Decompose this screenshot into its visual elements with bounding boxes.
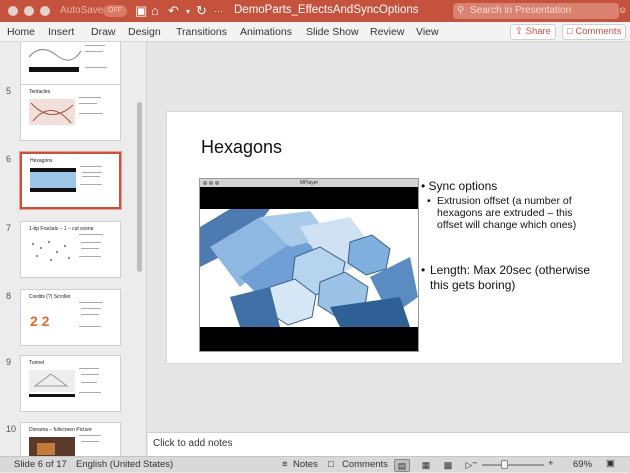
zoom-in-icon[interactable]: +: [548, 458, 554, 469]
search-box[interactable]: ⚲ Search in Presentation: [453, 3, 619, 19]
player-screenshot[interactable]: MPlayer: [199, 178, 419, 352]
slide-position: Slide 6 of 17: [14, 459, 67, 470]
comments-toggle[interactable]: Comments: [342, 459, 388, 470]
comments-label: Comments: [575, 26, 622, 37]
language-label[interactable]: English (United States): [76, 459, 173, 470]
thumbnail-scrollbar[interactable]: [137, 102, 142, 272]
sub-bullet-extrusion-offset[interactable]: • Extrusion offset (a number of hexagons …: [427, 195, 587, 231]
account-icon[interactable]: ☺: [618, 5, 627, 15]
slide-title[interactable]: Hexagons: [201, 137, 282, 158]
svg-text:2 2: 2 2: [30, 313, 50, 329]
redo-icon[interactable]: ↻: [196, 3, 207, 19]
notes-toggle[interactable]: Notes: [293, 459, 318, 470]
tab-view[interactable]: View: [416, 26, 439, 38]
thumbnail-graphic: [29, 368, 101, 397]
player-title-bar: MPlayer: [200, 179, 418, 187]
thumbnail-graphic: [30, 166, 102, 192]
slide-sorter-button[interactable]: ▦: [418, 459, 434, 472]
tab-transitions[interactable]: Transitions: [176, 26, 227, 38]
thumbnail-graphic: [32, 234, 103, 261]
share-button[interactable]: ⇧ Share: [510, 24, 556, 40]
tab-home[interactable]: Home: [7, 26, 35, 38]
notes-icon[interactable]: ≡: [282, 459, 288, 470]
slide-thumbnail-6[interactable]: Hexagons: [19, 151, 122, 210]
slide-number: 5: [6, 86, 12, 96]
slide-thumbnail-5[interactable]: Tentacles: [20, 84, 121, 141]
comments-status-icon[interactable]: □: [328, 459, 334, 470]
bullet-text: Sync options: [428, 179, 498, 193]
tab-slide-show[interactable]: Slide Show: [306, 26, 359, 38]
slide-thumbnail-9[interactable]: Tunnel: [20, 355, 121, 412]
more-commands-icon[interactable]: ⋯: [214, 6, 223, 17]
tab-design[interactable]: Design: [128, 26, 161, 38]
player-close-dot: [203, 181, 207, 185]
close-window-button[interactable]: [8, 6, 18, 16]
ribbon-tabs: Home Insert Draw Design Transitions Anim…: [0, 22, 630, 42]
autosave-toggle[interactable]: OFF: [103, 5, 127, 17]
zoom-window-button[interactable]: [40, 6, 50, 16]
fit-to-window-icon[interactable]: ▣: [606, 458, 615, 469]
autosave-label: AutoSave: [60, 5, 104, 16]
normal-view-button[interactable]: ▤: [394, 459, 410, 472]
zoom-out-icon[interactable]: −: [472, 458, 478, 469]
zoom-slider-track[interactable]: [482, 464, 544, 466]
thumbnail-graphic: [29, 97, 103, 125]
notes-placeholder: Click to add notes: [153, 438, 233, 449]
slide-thumbnail-8[interactable]: Credits (?) Scroller 2 2: [20, 289, 121, 346]
reading-view-button[interactable]: ▩: [440, 459, 456, 472]
slide-number: 10: [6, 424, 17, 434]
zoom-percent[interactable]: 69%: [573, 459, 592, 470]
bullet-dot-icon: •: [427, 195, 431, 207]
home-icon[interactable]: ⌂: [151, 3, 159, 18]
save-icon[interactable]: ▣: [135, 3, 147, 19]
hexagon-render-image: [200, 187, 418, 351]
current-slide[interactable]: Hexagons MPlayer • Sync options • Extrus…: [167, 112, 622, 363]
search-icon: ⚲: [457, 5, 465, 16]
tab-review[interactable]: Review: [370, 26, 404, 38]
slide-thumbnail-10[interactable]: Diorama – fullscreen Picture: [20, 422, 121, 456]
tab-draw[interactable]: Draw: [91, 26, 116, 38]
slide-number: 6: [6, 154, 12, 164]
slide-thumbnail-panel[interactable]: 5 Tentacles 6 Hexagons 7 1-bp Fractals –…: [0, 42, 147, 456]
slide-number: 8: [6, 291, 12, 301]
search-placeholder: Search in Presentation: [470, 5, 572, 16]
status-bar: Slide 6 of 17 English (United States) ≡ …: [0, 456, 630, 472]
notes-pane[interactable]: Click to add notes: [148, 432, 630, 456]
slide-thumbnail-7[interactable]: 1-bp Fractals – 1 – cut scene: [20, 221, 121, 278]
tab-animations[interactable]: Animations: [240, 26, 292, 38]
slide-number: 9: [6, 357, 12, 367]
document-title: DemoParts_EffectsAndSyncOptions: [234, 4, 419, 16]
bullet-dot-icon: •: [421, 179, 429, 193]
bullet-sync-options[interactable]: • Sync options: [421, 179, 497, 193]
comments-button[interactable]: □ Comments: [562, 24, 627, 40]
share-icon: ⇧: [515, 26, 526, 37]
bullet-text: Length: Max 20sec (otherwise this gets b…: [430, 263, 591, 292]
slide-number: 7: [6, 223, 12, 233]
undo-icon[interactable]: ↶: [168, 3, 179, 19]
share-label: Share: [525, 26, 551, 37]
title-bar: AutoSave OFF ▣ ⌂ ↶ ▾ ↻ ⋯ DemoParts_Effec…: [0, 0, 630, 22]
bullet-text: Extrusion offset (a number of hexagons a…: [437, 195, 577, 231]
minimize-window-button[interactable]: [24, 6, 34, 16]
player-minimize-dot: [209, 181, 213, 185]
undo-dropdown-icon[interactable]: ▾: [186, 7, 190, 16]
bullet-length[interactable]: • Length: Max 20sec (otherwise this gets …: [421, 263, 591, 293]
thumbnail-graphic: 2 2: [29, 302, 103, 330]
thumbnail-graphic: [29, 435, 101, 456]
player-zoom-dot: [215, 181, 219, 185]
zoom-slider-thumb[interactable]: [501, 460, 508, 469]
bullet-dot-icon: •: [421, 263, 426, 277]
player-title: MPlayer: [299, 180, 319, 186]
tab-insert[interactable]: Insert: [48, 26, 74, 38]
